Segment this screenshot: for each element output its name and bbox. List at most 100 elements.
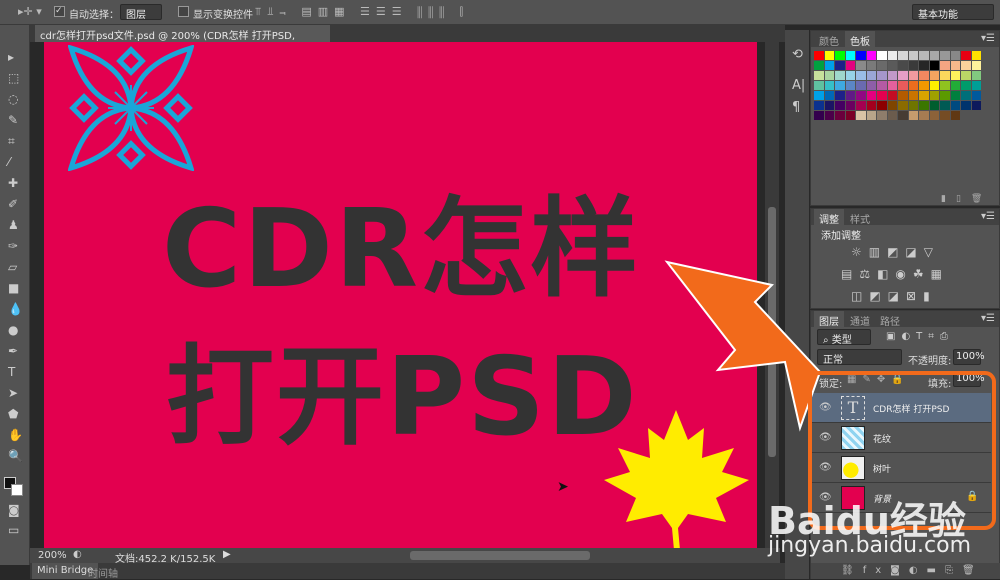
clone-stamp-icon[interactable]: ♟ — [8, 218, 19, 232]
blend-mode-dropdown[interactable]: 正常 — [817, 349, 902, 366]
swatch[interactable] — [971, 101, 981, 110]
swatch[interactable] — [940, 81, 950, 90]
swatch[interactable] — [961, 61, 971, 70]
tab-paths[interactable]: 路径 — [875, 311, 905, 328]
swatch[interactable] — [908, 81, 918, 90]
brush-tool-icon[interactable]: ✐ — [8, 197, 18, 211]
align-icons[interactable]: ⫪⫫⫬ ▤▥▦ ☰☰☰ ⫼⫼⫼ ⫿ — [255, 5, 469, 19]
swatch[interactable] — [866, 71, 876, 80]
swatch[interactable] — [824, 91, 834, 100]
swatch[interactable] — [950, 81, 960, 90]
tab-layers[interactable]: 图层 — [814, 311, 844, 328]
lock-icons[interactable]: ▦✎✥🔒 — [847, 374, 910, 385]
swatch[interactable] — [835, 91, 845, 100]
swatch[interactable] — [950, 91, 960, 100]
auto-select-dropdown[interactable]: 图层 — [120, 4, 162, 21]
swatch[interactable] — [908, 61, 918, 70]
swatch[interactable] — [929, 51, 939, 60]
tab-swatches[interactable]: 色板 — [845, 31, 875, 48]
dodge-tool-icon[interactable]: ● — [8, 323, 18, 337]
swatch[interactable] — [919, 71, 929, 80]
marquee-tool-icon[interactable]: ⬚ — [8, 71, 19, 85]
layer-filter-dropdown[interactable]: ⌕ 类型 — [817, 329, 871, 346]
swatch[interactable] — [950, 111, 960, 120]
swatch[interactable] — [814, 81, 824, 90]
swatch[interactable] — [845, 61, 855, 70]
zoom-level[interactable]: 200% — [38, 550, 67, 561]
swatch[interactable] — [814, 61, 824, 70]
swatch[interactable] — [929, 61, 939, 70]
swatch[interactable] — [814, 111, 824, 120]
swatch[interactable] — [835, 111, 845, 120]
swatch[interactable] — [877, 91, 887, 100]
swatch[interactable] — [845, 71, 855, 80]
fill-input[interactable]: 100% — [953, 371, 985, 387]
swatch[interactable] — [824, 51, 834, 60]
scroll-thumb[interactable] — [768, 207, 776, 457]
swatch[interactable] — [877, 81, 887, 90]
swatch[interactable] — [971, 61, 981, 70]
history-brush-icon[interactable]: ✑ — [8, 239, 18, 253]
swatch[interactable] — [856, 51, 866, 60]
swatch[interactable] — [898, 71, 908, 80]
auto-select-checkbox[interactable]: ✓ — [54, 6, 65, 17]
swatch[interactable] — [887, 61, 897, 70]
swatch[interactable] — [929, 101, 939, 110]
swatch[interactable] — [835, 71, 845, 80]
swatch[interactable] — [856, 101, 866, 110]
swatch[interactable] — [866, 91, 876, 100]
panel-menu-icon[interactable]: ▾☰ — [981, 33, 995, 44]
swatch[interactable] — [814, 51, 824, 60]
path-select-icon[interactable]: ➤ — [8, 386, 18, 400]
swatch[interactable] — [845, 81, 855, 90]
swatch[interactable] — [887, 101, 897, 110]
swatch[interactable] — [919, 51, 929, 60]
eyedropper-icon[interactable]: ⁄ — [8, 155, 10, 169]
swatch[interactable] — [845, 91, 855, 100]
swatch[interactable] — [971, 71, 981, 80]
swatch[interactable] — [866, 101, 876, 110]
swatch[interactable] — [929, 91, 939, 100]
swatch[interactable] — [824, 101, 834, 110]
layer-row[interactable]: 👁 花纹 — [811, 423, 991, 453]
swatch[interactable] — [908, 91, 918, 100]
swatch[interactable] — [950, 71, 960, 80]
swatch[interactable] — [940, 61, 950, 70]
tab-channels[interactable]: 通道 — [845, 311, 875, 328]
swatch[interactable] — [908, 51, 918, 60]
pen-tool-icon[interactable]: ✒ — [8, 344, 18, 358]
swatch[interactable] — [919, 81, 929, 90]
swatch[interactable] — [940, 71, 950, 80]
swatch[interactable] — [898, 81, 908, 90]
swatch[interactable] — [940, 101, 950, 110]
swatch[interactable] — [887, 91, 897, 100]
history-icon[interactable]: ⟲ — [792, 47, 803, 62]
swatch[interactable] — [845, 111, 855, 120]
type-tool-icon[interactable]: T — [8, 365, 15, 379]
quick-select-icon[interactable]: ✎ — [8, 113, 18, 127]
gradient-tool-icon[interactable]: ■ — [8, 281, 19, 295]
opacity-input[interactable]: 100% — [953, 349, 985, 365]
canvas[interactable]: CDR怎样 打开PSD ➤ — [44, 42, 757, 548]
adjustment-icons-row2[interactable]: ▤⚖◧◉☘▦ — [841, 267, 949, 281]
swatch[interactable] — [898, 51, 908, 60]
eye-icon[interactable]: 👁 — [819, 402, 832, 413]
layer-row[interactable]: 👁 树叶 — [811, 453, 991, 483]
swatch[interactable] — [835, 51, 845, 60]
swatch[interactable] — [898, 91, 908, 100]
swatch[interactable] — [919, 101, 929, 110]
swatch[interactable] — [929, 81, 939, 90]
swatch[interactable] — [845, 51, 855, 60]
swatch[interactable] — [898, 101, 908, 110]
swatch-actions-icons[interactable]: ▮▯🗑 — [941, 194, 992, 204]
quick-mask-icon[interactable]: ◙ — [8, 503, 20, 517]
swatch[interactable] — [835, 81, 845, 90]
swatch[interactable] — [877, 61, 887, 70]
swatch[interactable] — [866, 81, 876, 90]
swatch[interactable] — [961, 101, 971, 110]
swatch[interactable] — [898, 111, 908, 120]
swatch[interactable] — [845, 101, 855, 110]
swatch[interactable] — [824, 61, 834, 70]
panel-menu-icon[interactable]: ▾☰ — [981, 313, 995, 324]
status-icon[interactable]: ◐ — [73, 549, 82, 560]
